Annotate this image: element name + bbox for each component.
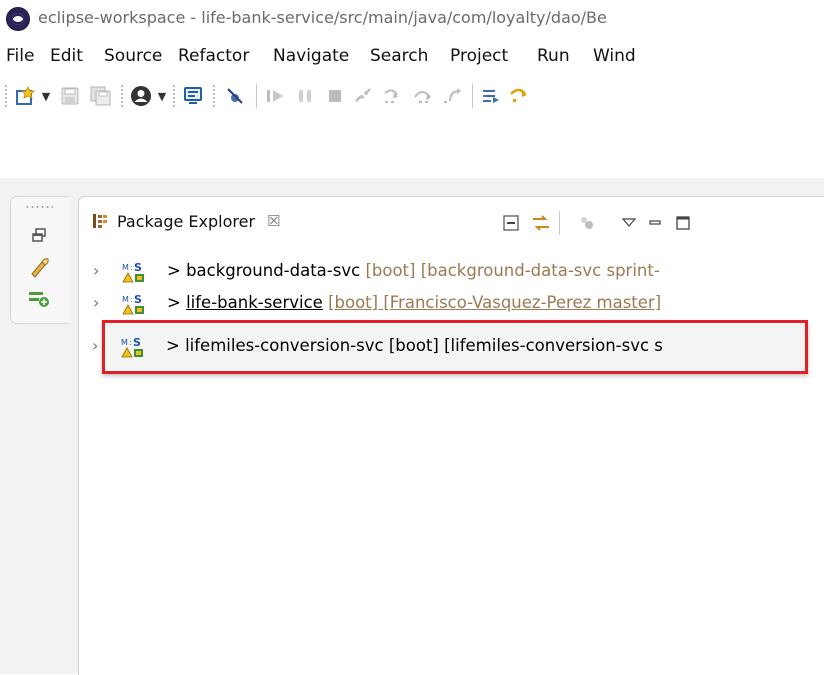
step-over-icon[interactable] [410, 84, 436, 108]
project-prefix: > [167, 293, 181, 312]
svg-text:M: M [122, 295, 129, 304]
menu-search[interactable]: Search [370, 46, 428, 66]
new-wizard-icon[interactable] [12, 84, 38, 108]
console-icon[interactable] [180, 84, 206, 108]
profile-dropdown-icon[interactable]: ▼ [156, 84, 168, 108]
maximize-icon[interactable] [669, 211, 697, 235]
toolbar-grip[interactable] [172, 84, 176, 108]
view-toolbar-separator [559, 211, 560, 235]
annotation-highlight-box [102, 320, 808, 374]
debug-perspective-icon[interactable] [25, 253, 53, 281]
new-perspective-icon[interactable] [25, 285, 53, 313]
side-trim-stack [10, 196, 69, 324]
menu-navigate[interactable]: Navigate [273, 46, 349, 66]
main-toolbar: ▼ ▼ [0, 76, 824, 116]
expand-icon[interactable]: › [93, 293, 99, 312]
project-name: background-data-svc [186, 261, 361, 280]
project-decoration: [boot] [Francisco-Vasquez-Perez master] [328, 293, 662, 312]
maven-spring-project-icon: M:S [121, 293, 147, 315]
project-decoration: [boot] [background-data-svc sprint- [365, 261, 660, 280]
title-bar: eclipse-workspace - life-bank-service/sr… [0, 0, 824, 36]
window-title: eclipse-workspace - life-bank-service/sr… [38, 8, 607, 27]
disconnect-icon[interactable] [350, 84, 376, 108]
menu-refactor[interactable]: Refactor [178, 46, 249, 66]
tab-label: Package Explorer [117, 211, 256, 231]
step-into-icon[interactable] [380, 84, 406, 108]
menu-project[interactable]: Project [450, 46, 508, 66]
toolbar-grip[interactable] [4, 84, 8, 108]
svg-text::: : [130, 295, 133, 304]
new-wizard-dropdown-icon[interactable]: ▼ [40, 84, 52, 108]
menu-file[interactable]: File [6, 46, 34, 66]
menu-window[interactable]: Wind [593, 46, 636, 66]
close-icon[interactable]: ☒ [267, 212, 280, 230]
tab-package-explorer[interactable]: Package Explorer ☒ [91, 205, 280, 237]
menu-edit[interactable]: Edit [50, 46, 83, 66]
save-icon[interactable] [58, 84, 82, 108]
svg-text:S: S [134, 261, 142, 274]
tree-row-project[interactable]: › M:S > background-data-svc [boot] [back… [79, 257, 824, 287]
step-return-icon[interactable] [440, 84, 466, 108]
resume-icon[interactable] [262, 84, 288, 108]
maven-spring-project-icon: M:S [121, 261, 147, 283]
menu-source[interactable]: Source [104, 46, 162, 66]
menu-bar: File Edit Source Refactor Navigate Searc… [0, 40, 824, 70]
svg-text:M: M [122, 263, 129, 272]
use-step-filters-icon[interactable] [508, 84, 530, 108]
project-name: life-bank-service [186, 293, 323, 312]
tree-row-project[interactable]: › M:S > life-bank-service [boot] [Franci… [79, 289, 824, 319]
trim-grip[interactable] [25, 205, 53, 209]
restore-icon[interactable] [25, 221, 53, 249]
toolbar-grip[interactable] [120, 84, 124, 108]
skip-breakpoints-icon[interactable] [222, 84, 248, 108]
link-with-editor-icon[interactable] [527, 211, 555, 235]
toolbar-separator [256, 84, 257, 108]
user-avatar-icon[interactable] [128, 84, 154, 108]
expand-icon[interactable]: › [92, 336, 98, 355]
minimize-icon[interactable] [641, 211, 669, 235]
save-all-icon[interactable] [88, 84, 114, 108]
project-prefix: > [167, 261, 181, 280]
toolbar-grip[interactable] [212, 84, 216, 108]
focus-on-task-icon[interactable] [573, 211, 601, 235]
suspend-icon[interactable] [292, 84, 318, 108]
package-explorer-icon [91, 212, 109, 230]
drop-to-frame-icon[interactable] [478, 84, 504, 108]
eclipse-icon [6, 7, 30, 31]
svg-text:S: S [134, 293, 142, 306]
view-menu-icon[interactable] [615, 211, 643, 235]
expand-icon[interactable]: › [93, 261, 99, 280]
package-explorer-view: Package Explorer ☒ › M:S > background-da… [78, 196, 824, 675]
toolbar-separator [472, 84, 473, 108]
collapse-all-icon[interactable] [497, 211, 525, 235]
menu-run[interactable]: Run [537, 46, 570, 66]
terminate-icon[interactable] [322, 84, 348, 108]
svg-text::: : [130, 263, 133, 272]
